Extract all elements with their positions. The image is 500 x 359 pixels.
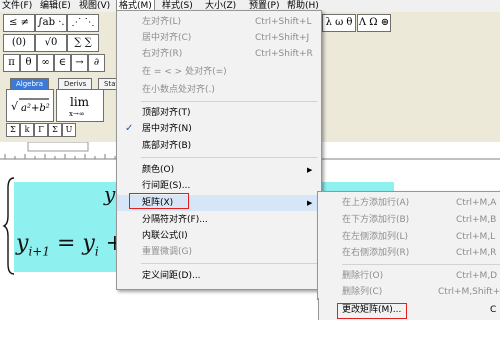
menu-item-label: 内联公式(I)	[142, 231, 188, 241]
menu-item-align-center[interactable]: 居中对齐(C) Ctrl+Shift+J	[117, 30, 321, 46]
menu-separator	[141, 157, 317, 158]
submenu-item-shortcut: Ctrl+M,A	[456, 198, 497, 208]
menu-item-shortcut: Ctrl+Shift+L	[255, 17, 312, 27]
menu-item-shortcut: Ctrl+Shift+R	[255, 49, 313, 59]
menu-item-align-right[interactable]: 右对齐(R) Ctrl+Shift+R	[117, 46, 321, 62]
menu-item-align-left[interactable]: 左对齐(L) Ctrl+Shift+L	[117, 14, 321, 30]
template-sqrt-sum-squares[interactable]: √ a²+b²	[6, 89, 54, 122]
submenu-item-shortcut: Ctrl+M,R	[456, 248, 497, 258]
menu-item-label: 定义间距(D)...	[142, 271, 201, 281]
svg-text:√: √	[11, 100, 19, 113]
embellishments-palette-button[interactable]: ⋰ ⋱	[67, 14, 99, 32]
format-menu: 左对齐(L) Ctrl+Shift+L 居中对齐(C) Ctrl+Shift+J…	[116, 10, 322, 290]
equation-line-2: yi+1 = yi +	[16, 231, 124, 258]
submenu-item-shortcut: Ctrl+M,L	[456, 232, 496, 242]
submenu-item-label: 删除行(O)	[342, 271, 384, 281]
greek-lower-palette-button[interactable]: λ ω θ	[322, 14, 356, 32]
sigma-button[interactable]: Σ	[48, 123, 62, 137]
chevron-right-icon: ▶	[307, 166, 313, 174]
left-brace-icon	[2, 177, 15, 275]
submenu-item-add-row-above[interactable]: 在上方添加行(A) Ctrl+M,A	[318, 195, 500, 211]
menu-item-label: 颜色(O)	[142, 165, 175, 175]
submenu-item-shortcut: Ctrl+M,D	[456, 271, 498, 281]
menu-item-label: 顶部对齐(T)	[142, 108, 191, 118]
svg-text:x→∞: x→∞	[69, 110, 85, 118]
equals-sign: =	[49, 231, 83, 256]
menu-item-define-spacing[interactable]: 定义间距(D)...	[117, 268, 321, 284]
menu-item-inline-formula[interactable]: 内联公式(I)	[117, 228, 321, 244]
template-limit[interactable]: lim x→∞	[56, 89, 104, 122]
menu-item-line-spacing[interactable]: 行间距(S)...	[117, 178, 321, 194]
menu-item-label: 底部对齐(B)	[142, 141, 192, 151]
partial-button[interactable]: ∂	[88, 54, 105, 72]
menu-item-color[interactable]: 颜色(O) ▶	[117, 162, 321, 178]
menu-view[interactable]: 视图(V)	[77, 0, 112, 12]
relations-palette-button[interactable]: ≤ ≠ ≈	[3, 14, 35, 32]
submenu-item-label: 在左侧添加列(L)	[342, 232, 409, 242]
theta-button[interactable]: θ	[20, 54, 37, 72]
submenu-item-add-column-left[interactable]: 在左侧添加列(L) Ctrl+M,L	[318, 229, 500, 245]
menu-item-label: 居中对齐(N)	[142, 124, 192, 134]
menu-separator	[141, 263, 317, 264]
submenu-item-add-row-below[interactable]: 在下方添加行(B) Ctrl+M,B	[318, 212, 500, 228]
menu-item-label: 右对齐(R)	[142, 49, 183, 59]
submenu-item-label: 在下方添加行(B)	[342, 215, 410, 225]
element-of-button[interactable]: ∈	[54, 54, 71, 72]
limit-template-icon: lim x→∞	[69, 95, 90, 118]
equation-line-1: y	[104, 182, 116, 206]
submenu-item-delete-row[interactable]: 删除行(O) Ctrl+M,D	[318, 268, 500, 284]
sum-palette-button[interactable]: ∑ ∑	[67, 34, 99, 52]
fences-palette-button[interactable]: (0) [0]	[3, 34, 35, 52]
greek-upper-palette-button[interactable]: Λ Ω ⊛	[357, 14, 391, 32]
matrix-callout-box	[129, 193, 189, 209]
pi-button[interactable]: π	[3, 54, 20, 72]
submenu-item-label: 在右侧添加列(R)	[342, 248, 410, 258]
submenu-separator	[342, 264, 500, 265]
submenu-item-shortcut: Ctrl+M,B	[456, 215, 497, 225]
menu-item-label: 分隔符对齐(F)...	[142, 215, 208, 225]
spaces-palette-button[interactable]: ∫ab ·.	[35, 14, 67, 32]
chevron-right-icon: ▶	[307, 199, 313, 207]
check-icon: ✓	[125, 123, 134, 134]
menu-edit[interactable]: 编辑(E)	[38, 0, 73, 12]
menu-item-separator-align[interactable]: 分隔符对齐(F)...	[117, 212, 321, 228]
menu-item-reset-nudge[interactable]: 重置微调(G)	[117, 244, 321, 260]
menu-item-label: 重置微调(G)	[142, 247, 192, 257]
infinity-button[interactable]: ∞	[37, 54, 54, 72]
menu-item-label: 在小数点处对齐(.)	[142, 85, 215, 95]
menu-item-label: 在 = < > 处对齐(=)	[142, 67, 227, 77]
var-y-lhs: y	[16, 231, 29, 256]
k-button[interactable]: k	[20, 123, 34, 137]
submenu-item-label: 在上方添加行(A)	[342, 198, 410, 208]
submenu-item-shortcut: C	[490, 305, 497, 315]
svg-text:lim: lim	[70, 95, 90, 109]
menu-item-align-at-relation[interactable]: 在 = < > 处对齐(=)	[117, 64, 321, 80]
subscript-i-plus-1: i+1	[28, 244, 50, 259]
matrix-submenu: 在上方添加行(A) Ctrl+M,A 在下方添加行(B) Ctrl+M,B 在左…	[317, 191, 500, 300]
change-matrix-callout-box	[337, 303, 407, 319]
menu-file[interactable]: 文件(F)	[0, 0, 34, 12]
union-button[interactable]: U	[62, 123, 76, 137]
menu-item-label: 左对齐(L)	[142, 17, 182, 27]
gamma-button[interactable]: Γ	[34, 123, 48, 137]
menu-item-shortcut: Ctrl+Shift+J	[255, 33, 310, 43]
menu-item-label: 行间距(S)...	[142, 181, 191, 191]
menu-item-align-middle[interactable]: ✓ 居中对齐(N)	[117, 121, 321, 137]
submenu-item-add-column-right[interactable]: 在右侧添加列(R) Ctrl+M,R	[318, 245, 500, 261]
menu-item-label: 居中对齐(C)	[142, 33, 192, 43]
arrow-button[interactable]: →	[71, 54, 88, 72]
var-y-rhs: y	[82, 231, 95, 256]
menu-item-align-at-decimal[interactable]: 在小数点处对齐(.)	[117, 82, 321, 98]
radicals-palette-button[interactable]: √0 ⁿ√0	[35, 34, 67, 52]
svg-text:a²+b²: a²+b²	[21, 103, 50, 114]
menu-item-align-top[interactable]: 顶部对齐(T)	[117, 105, 321, 121]
sigma-small-button[interactable]: Σ	[6, 123, 20, 137]
sqrt-template-icon: √ a²+b²	[11, 98, 50, 114]
menu-separator	[141, 101, 317, 102]
menu-item-align-bottom[interactable]: 底部对齐(B)	[117, 138, 321, 154]
